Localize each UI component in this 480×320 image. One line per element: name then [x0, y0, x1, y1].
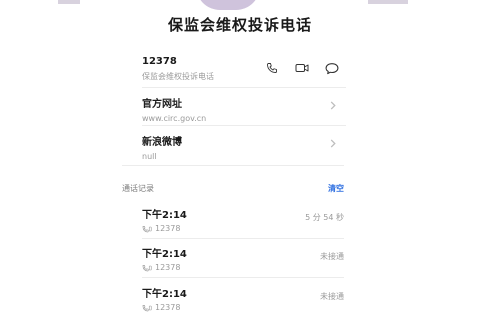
- page-title: 保监会维权投诉电话: [167, 16, 312, 34]
- divider: [142, 277, 344, 278]
- call-record-meta: 12378: [142, 303, 344, 312]
- video-call-icon[interactable]: [294, 60, 310, 76]
- weibo-value: null: [142, 152, 157, 161]
- divider: [142, 125, 346, 126]
- clear-call-log-button[interactable]: 清空: [328, 183, 344, 194]
- call-record-number: 12378: [155, 224, 181, 233]
- outgoing-call-icon: [142, 225, 152, 233]
- call-record[interactable]: 下午2:14 12378 5 分 54 秒: [142, 206, 344, 236]
- avatar: [196, 0, 260, 10]
- chevron-right-icon: [330, 139, 336, 151]
- call-record[interactable]: 下午2:14 12378 未接通: [142, 245, 344, 275]
- call-status: 未接通: [320, 292, 344, 301]
- outgoing-call-icon: [142, 264, 152, 272]
- call-record-meta: 12378: [142, 263, 344, 272]
- call-record-meta: 12378: [142, 224, 344, 233]
- call-log-header: 通话记录 清空: [122, 179, 344, 197]
- outgoing-call-icon: [142, 304, 152, 312]
- divider: [122, 165, 344, 166]
- call-log-label: 通话记录: [122, 183, 154, 193]
- message-icon[interactable]: [324, 60, 340, 76]
- call-record-time: 下午2:14: [142, 249, 187, 260]
- call-record-number: 12378: [155, 263, 181, 272]
- call-record-number: 12378: [155, 303, 181, 312]
- divider: [142, 238, 344, 239]
- website-url: www.circ.gov.cn: [142, 114, 207, 123]
- divider: [142, 87, 346, 88]
- call-duration: 5 分 54 秒: [305, 213, 344, 222]
- phone-icon[interactable]: [264, 60, 280, 76]
- contact-actions: [264, 60, 340, 76]
- call-status: 未接通: [320, 252, 344, 261]
- website-row[interactable]: 官方网址 www.circ.gov.cn: [142, 95, 346, 123]
- website-label: 官方网址: [142, 99, 182, 110]
- top-edge-decoration: [58, 0, 80, 4]
- chevron-right-icon: [330, 101, 336, 113]
- weibo-row[interactable]: 新浪微博 null: [142, 133, 346, 161]
- call-record[interactable]: 下午2:14 12378 未接通: [142, 285, 344, 315]
- top-edge-decoration: [368, 0, 408, 4]
- weibo-label: 新浪微博: [142, 137, 182, 148]
- call-record-time: 下午2:14: [142, 289, 187, 300]
